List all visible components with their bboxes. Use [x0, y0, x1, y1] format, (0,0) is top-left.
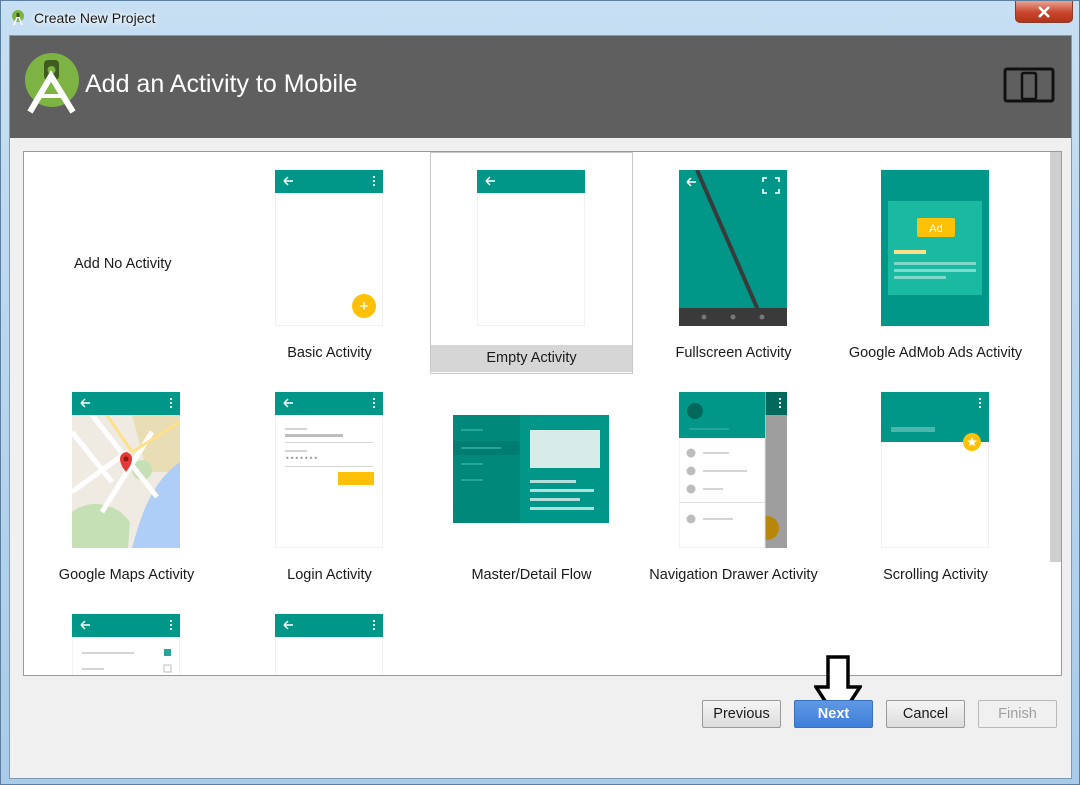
settings-activity-thumbnail[interactable]	[72, 614, 180, 676]
scrolling-activity-thumbnail	[881, 392, 989, 548]
fullscreen-activity-thumbnail	[679, 170, 787, 326]
login-activity-label: Login Activity	[287, 567, 372, 583]
scrolling-activity-option[interactable]: Scrolling Activity	[834, 374, 1037, 596]
add-no-activity-option[interactable]: Add No Activity	[74, 256, 172, 272]
next-button[interactable]: Next	[794, 700, 873, 728]
previous-button[interactable]: Previous	[702, 700, 781, 728]
page-title: Add an Activity to Mobile	[85, 70, 358, 98]
dialog-body: Add an Activity to Mobile Add No Activit…	[9, 35, 1072, 779]
admob-ads-activity-label: Google AdMob Ads Activity	[848, 345, 1023, 361]
ad-badge-text: Ad	[929, 223, 942, 235]
basic-activity-thumbnail	[275, 170, 383, 326]
empty-activity-label: Empty Activity	[431, 345, 632, 372]
fullscreen-activity-option[interactable]: Fullscreen Activity	[632, 152, 835, 374]
admob-ads-activity-thumbnail: Ad	[881, 170, 989, 326]
window: Create New Project Add an Activity to Mo…	[0, 0, 1080, 785]
scrolling-activity-label: Scrolling Activity	[883, 567, 988, 583]
login-activity-thumbnail: •••••••	[275, 392, 383, 548]
fullscreen-activity-label: Fullscreen Activity	[675, 345, 792, 361]
mobile-device-icon	[1003, 67, 1055, 103]
navigation-drawer-activity-option[interactable]: Navigation Drawer Activity	[632, 374, 835, 596]
navigation-drawer-activity-thumbnail	[679, 392, 787, 548]
navigation-drawer-activity-label: Navigation Drawer Activity	[649, 567, 818, 583]
google-maps-activity-thumbnail	[72, 392, 180, 548]
header-band: Add an Activity to Mobile	[10, 36, 1071, 138]
title-bar: Create New Project	[1, 1, 1079, 35]
master-detail-flow-thumbnail	[453, 415, 609, 523]
svg-text:•••••••: •••••••	[285, 454, 318, 463]
android-studio-icon	[12, 10, 24, 26]
google-maps-activity-label: Google Maps Activity	[58, 567, 195, 583]
master-detail-flow-label: Master/Detail Flow	[471, 567, 592, 583]
window-title: Create New Project	[34, 10, 156, 26]
close-icon	[1038, 5, 1050, 18]
master-detail-flow-option[interactable]: Master/Detail Flow	[430, 374, 633, 596]
cancel-button[interactable]: Cancel	[886, 700, 965, 728]
android-studio-logo	[25, 53, 79, 114]
empty-activity-option[interactable]: Empty Activity	[430, 152, 633, 374]
gallery-scrollbar[interactable]	[1050, 152, 1061, 562]
finish-button[interactable]: Finish	[978, 700, 1057, 728]
admob-ads-activity-option[interactable]: Ad Google AdMob Ads Activity	[834, 152, 1037, 374]
basic-activity-option[interactable]: Basic Activity	[228, 152, 431, 374]
close-button[interactable]	[1015, 1, 1073, 23]
empty-activity-thumbnail	[477, 170, 585, 326]
login-activity-option[interactable]: ••••••• Login Activity	[228, 374, 431, 596]
basic-activity-label: Basic Activity	[287, 345, 372, 361]
google-maps-activity-option[interactable]: Google Maps Activity	[25, 374, 228, 596]
tabbed-activity-thumbnail[interactable]	[275, 614, 383, 676]
activity-gallery: Add No Activity Basic Activity Empty Act…	[23, 151, 1062, 676]
